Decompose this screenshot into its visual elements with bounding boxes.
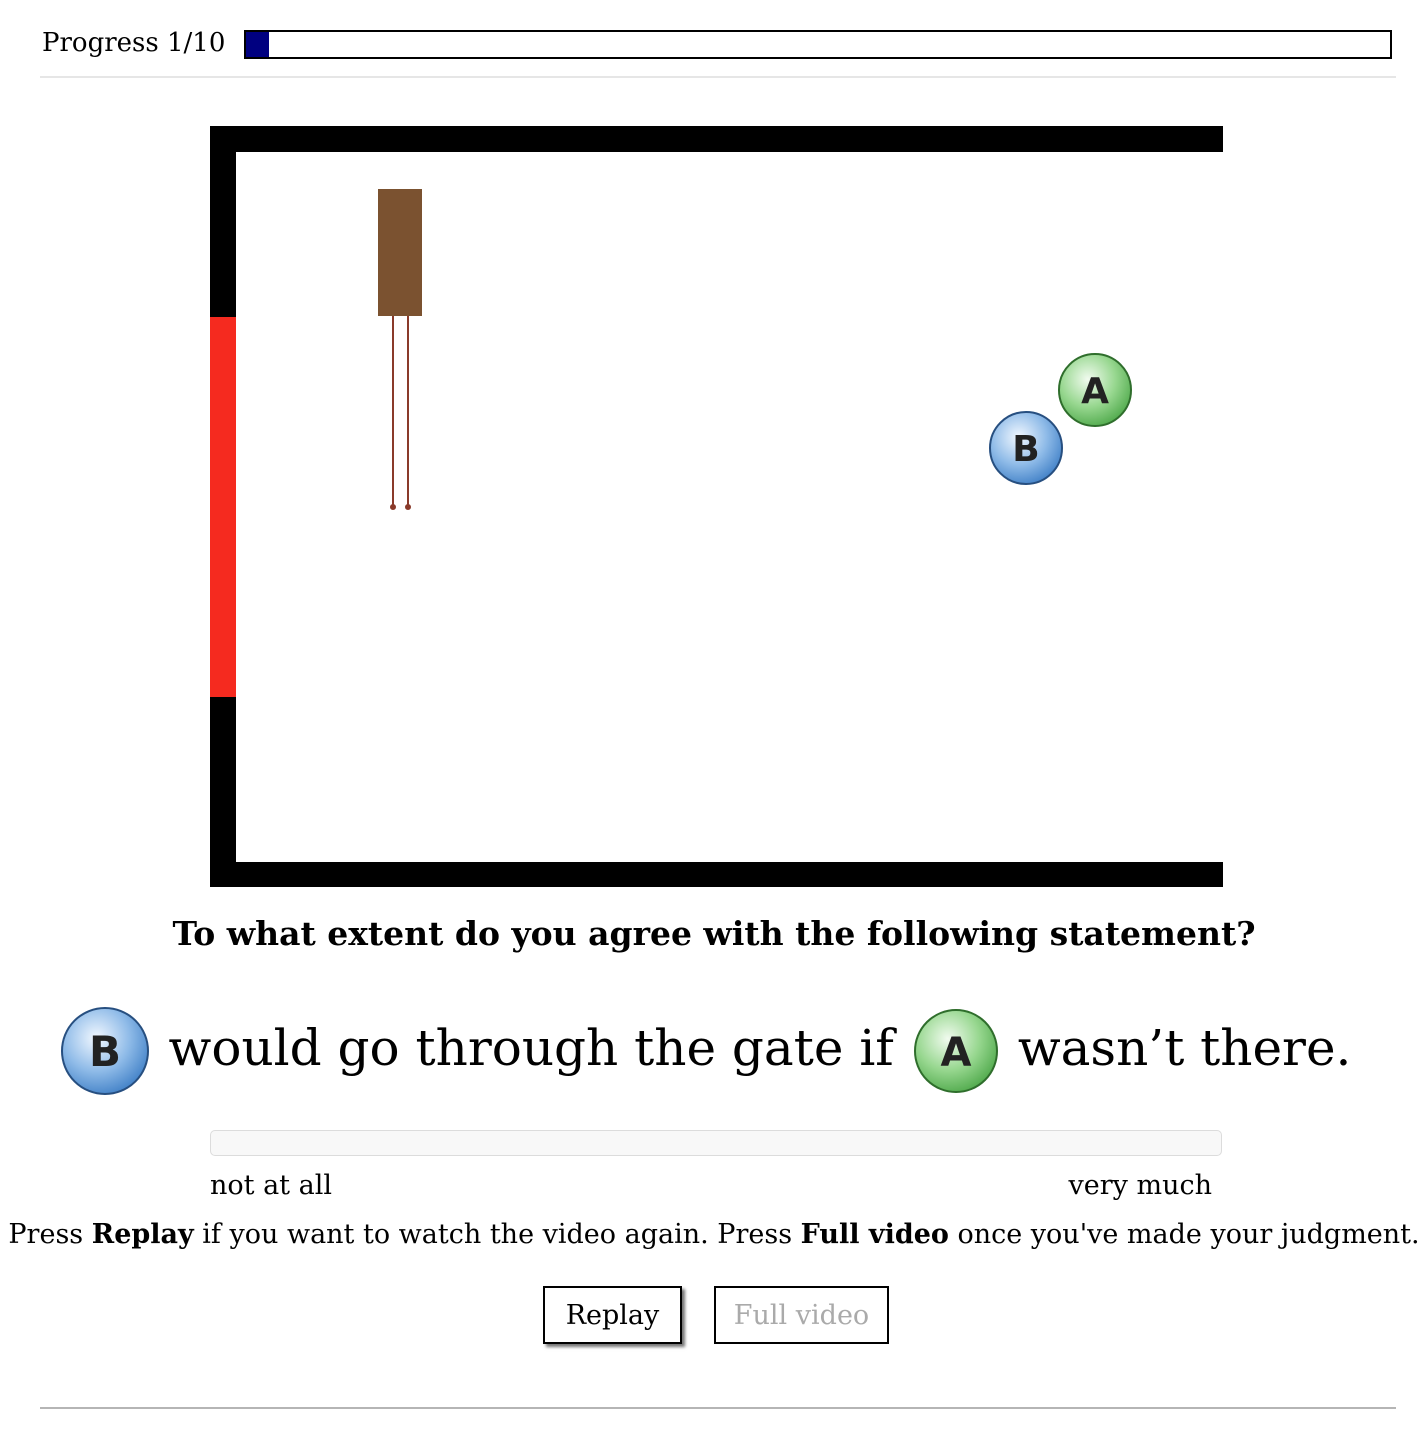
- left-wall-upper: [210, 126, 236, 317]
- instructions-part1: Press: [8, 1219, 92, 1250]
- gate: [210, 317, 236, 697]
- instructions-replay: Replay: [91, 1219, 194, 1250]
- scene-canvas: A B: [210, 126, 1223, 887]
- progress-bar-fill: [246, 32, 269, 57]
- statement-middle-text: would go through the gate if: [168, 1019, 894, 1077]
- agreement-slider[interactable]: [210, 1130, 1222, 1156]
- statement: B would go through the gate if A wasn’t …: [0, 1005, 1428, 1097]
- left-wall-lower: [210, 696, 236, 887]
- ball-b-icon: B: [989, 411, 1063, 485]
- slider-max-label: very much: [1068, 1170, 1212, 1201]
- statement-ball-a-label: A: [940, 1030, 971, 1076]
- top-divider: [40, 76, 1396, 78]
- full-video-button[interactable]: Full video: [714, 1286, 889, 1344]
- progress-bar: [244, 30, 1392, 59]
- instructions-part2: if you want to watch the video again. Pr…: [193, 1219, 801, 1250]
- slider-min-label: not at all: [210, 1170, 332, 1201]
- top-wall: [210, 126, 1223, 152]
- statement-end-text: wasn’t there.: [1017, 1019, 1352, 1077]
- statement-ball-a-icon: A: [913, 1009, 998, 1093]
- instructions-part3: once you've made your judgment.: [948, 1219, 1420, 1250]
- statement-ball-b-label: B: [89, 1027, 121, 1076]
- question-heading: To what extent do you agree with the fol…: [172, 914, 1256, 953]
- statement-ball-b-icon: B: [60, 1007, 149, 1095]
- ball-b-label: B: [1012, 429, 1039, 470]
- bottom-divider: [40, 1407, 1396, 1409]
- instructions-text: Press Replay if you want to watch the vi…: [0, 1219, 1428, 1250]
- progress-label: Progress 1/10: [42, 28, 226, 58]
- bottom-wall: [210, 862, 1223, 887]
- instructions-full-video: Full video: [800, 1219, 949, 1250]
- replay-button[interactable]: Replay: [543, 1286, 682, 1344]
- ball-a-icon: A: [1058, 353, 1132, 427]
- ball-a-label: A: [1081, 371, 1109, 412]
